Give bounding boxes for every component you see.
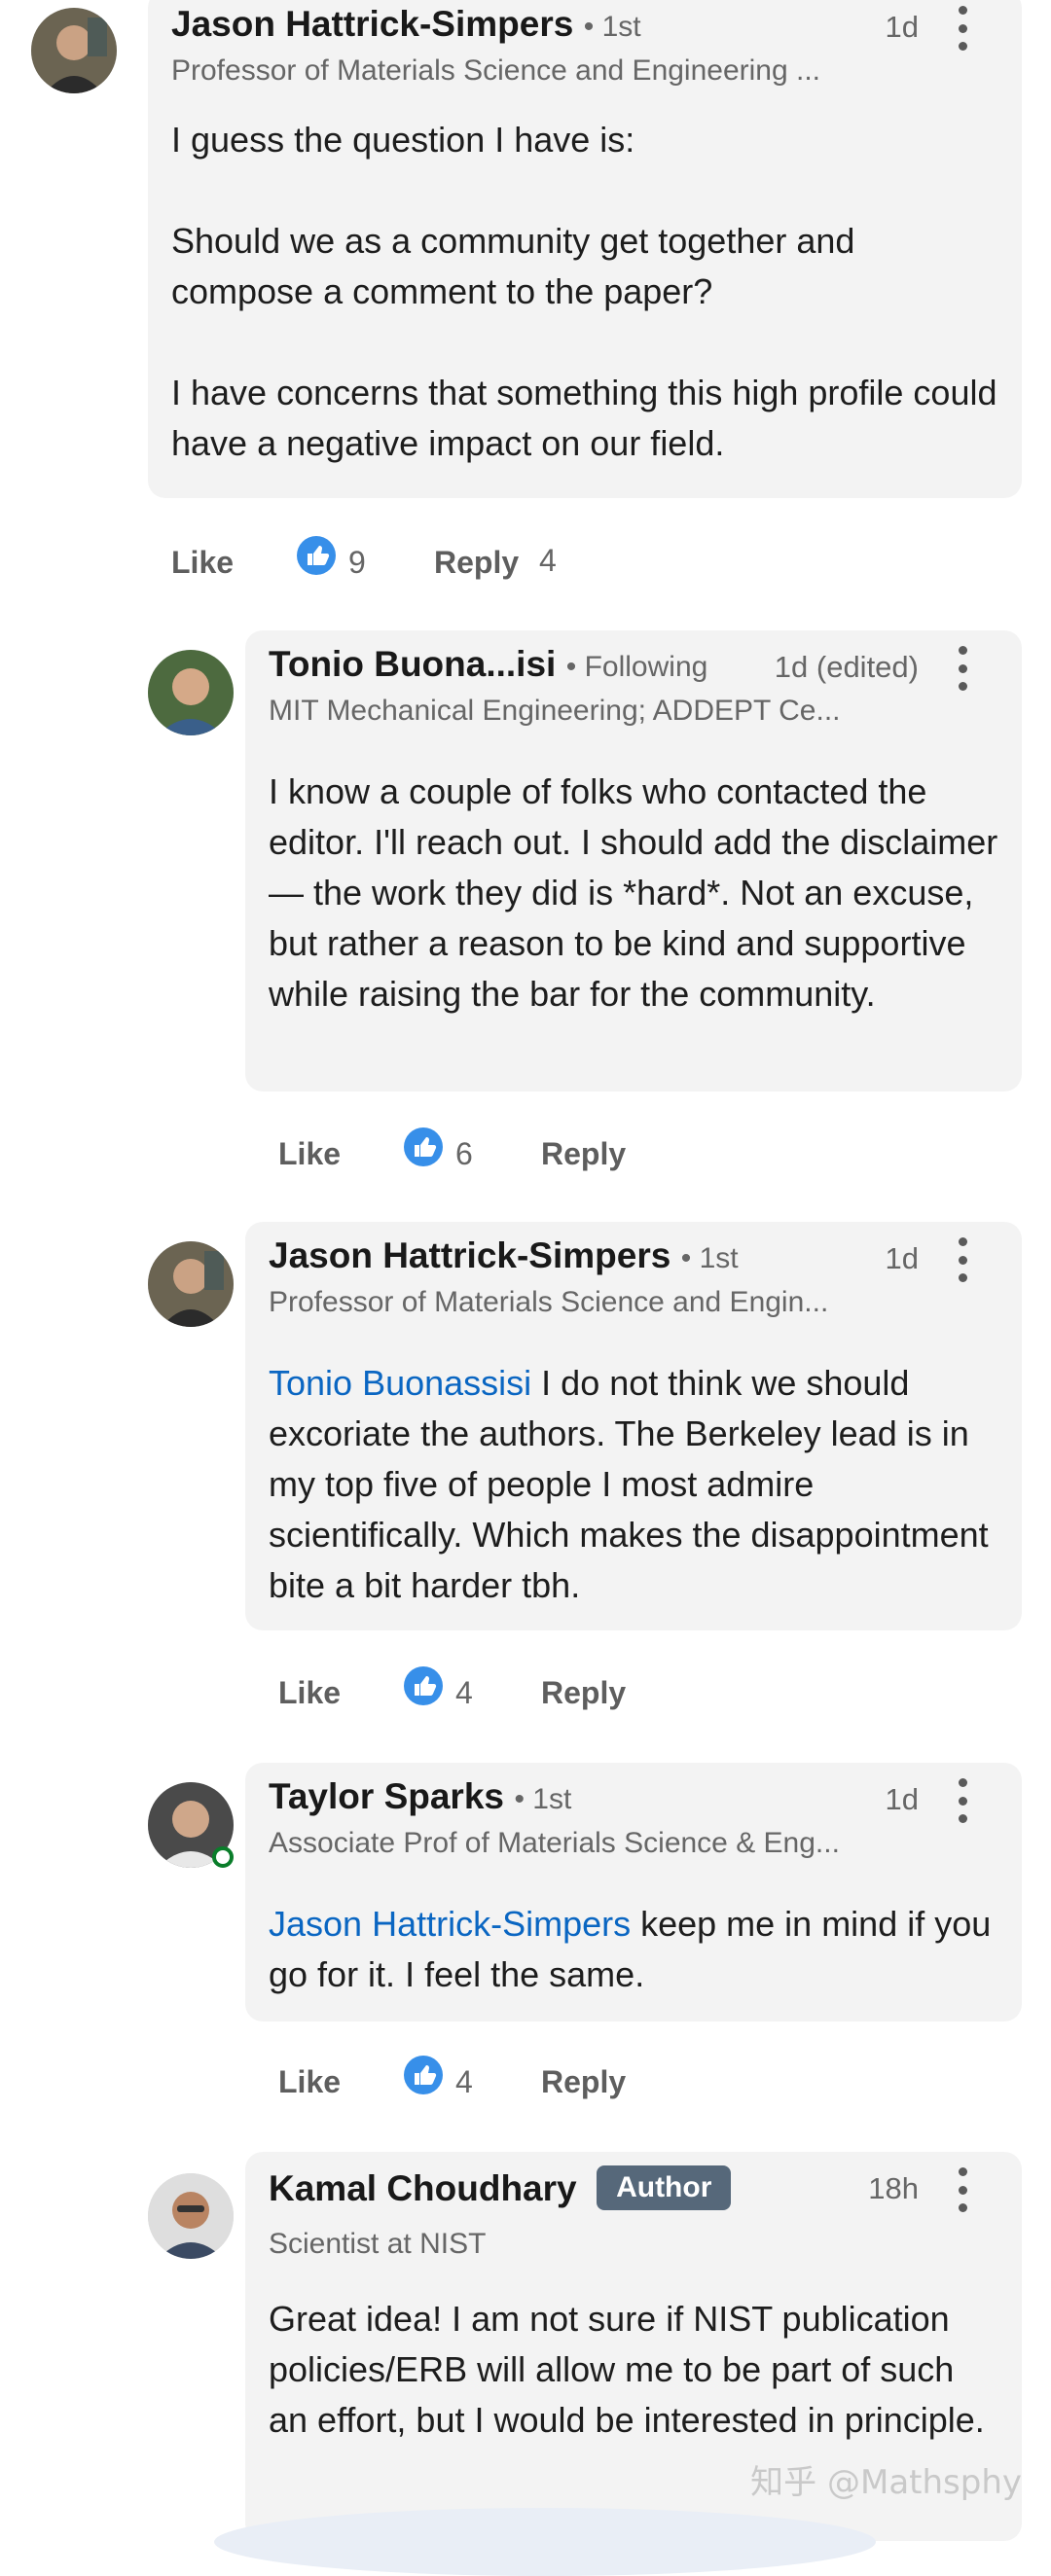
author-headline: Professor of Materials Science and Engin… (269, 1286, 829, 1318)
reply-button[interactable]: Reply (541, 1136, 626, 1172)
reply-button[interactable]: Reply (541, 2064, 626, 2100)
comment-header: Jason Hattrick-Simpers • 1st 1d (269, 1235, 998, 1286)
more-options-icon[interactable] (952, 646, 973, 691)
like-button[interactable]: Like (278, 1136, 341, 1172)
connection-degree: • 1st (583, 11, 641, 43)
like-button[interactable]: Like (278, 1675, 341, 1711)
author-headline: Professor of Materials Science and Engin… (171, 54, 821, 87)
avatar-jason[interactable] (31, 8, 117, 93)
comment-text: Tonio Buonassisi I do not think we shoul… (269, 1358, 998, 1611)
author-headline: Associate Prof of Materials Science & En… (269, 1827, 840, 1859)
like-button[interactable]: Like (278, 2064, 341, 2100)
avatar-tonio[interactable] (148, 650, 234, 735)
watermark-text: 知乎 @Mathsphy (750, 2463, 1022, 2502)
reply-button[interactable]: Reply (541, 1675, 626, 1711)
timestamp: 1d (edited) (774, 650, 919, 684)
comment-header: Jason Hattrick-Simpers • 1st 1d (171, 4, 998, 54)
comment-actions: Like 4 Reply (278, 2055, 765, 2113)
comment-bubble: Jason Hattrick-Simpers • 1st 1d Professo… (245, 1222, 1022, 1630)
more-options-icon[interactable] (952, 1237, 973, 1282)
author-badge: Author (597, 2165, 732, 2210)
mention-link[interactable]: Tonio Buonassisi (269, 1363, 531, 1403)
comment-header: Kamal Choudhary Author 18h (269, 2165, 998, 2216)
comment-actions: Like 9 Reply 4 (171, 535, 755, 593)
reaction-count[interactable]: 4 (455, 1675, 473, 1711)
comment-text: I know a couple of folks who contacted t… (269, 771, 1008, 1014)
timestamp: 1d (885, 10, 919, 44)
online-status-icon (212, 1846, 234, 1868)
reply-count[interactable]: 4 (539, 543, 557, 579)
comment-header: Tonio Buona...isi • Following 1d (edited… (269, 644, 998, 695)
author-headline: MIT Mechanical Engineering; ADDEPT Ce... (269, 695, 841, 727)
more-options-icon[interactable] (952, 6, 973, 51)
comment-bubble: Taylor Sparks • 1st 1d Associate Prof of… (245, 1763, 1022, 2021)
author-name[interactable]: Taylor Sparks (269, 1776, 504, 1816)
reaction-count[interactable]: 6 (455, 1136, 473, 1172)
connection-degree: • 1st (514, 1783, 572, 1815)
comment-bubble: Jason Hattrick-Simpers • 1st 1d Professo… (148, 0, 1022, 498)
comment-actions: Like 6 Reply (278, 1127, 765, 1185)
author-name[interactable]: Jason Hattrick-Simpers (171, 4, 573, 44)
reply-button[interactable]: Reply (434, 545, 519, 581)
like-button[interactable]: Like (171, 545, 234, 581)
comment-bubble: Tonio Buona...isi • Following 1d (edited… (245, 630, 1022, 1091)
bottom-nav-shadow (214, 2508, 876, 2576)
timestamp: 1d (885, 1782, 919, 1816)
more-options-icon[interactable] (952, 1778, 973, 1823)
connection-degree: • 1st (680, 1242, 739, 1274)
reaction-count[interactable]: 9 (348, 545, 366, 581)
comment-text: Jason Hattrick-Simpers keep me in mind i… (269, 1899, 998, 2000)
comment-text: I guess the question I have is: Should w… (171, 120, 997, 463)
like-reaction-icon[interactable] (403, 1127, 444, 1167)
timestamp: 1d (885, 1241, 919, 1275)
comment-text: Great idea! I am not sure if NIST public… (269, 2299, 985, 2440)
author-name[interactable]: Jason Hattrick-Simpers (269, 1235, 670, 1275)
author-name[interactable]: Kamal Choudhary (269, 2168, 577, 2208)
like-reaction-icon[interactable] (403, 2055, 444, 2095)
avatar-jason[interactable] (148, 1241, 234, 1327)
following-status: • Following (565, 651, 708, 683)
avatar-kamal[interactable] (148, 2173, 234, 2259)
author-name[interactable]: Tonio Buona...isi (269, 644, 556, 684)
mention-link[interactable]: Jason Hattrick-Simpers (269, 1904, 631, 1944)
timestamp: 18h (868, 2171, 919, 2205)
comment-actions: Like 4 Reply (278, 1665, 765, 1724)
author-headline: Scientist at NIST (269, 2228, 487, 2260)
like-reaction-icon[interactable] (403, 1665, 444, 1706)
more-options-icon[interactable] (952, 2167, 973, 2212)
reaction-count[interactable]: 4 (455, 2064, 473, 2100)
comment-header: Taylor Sparks • 1st 1d (269, 1776, 998, 1827)
like-reaction-icon[interactable] (296, 535, 337, 576)
